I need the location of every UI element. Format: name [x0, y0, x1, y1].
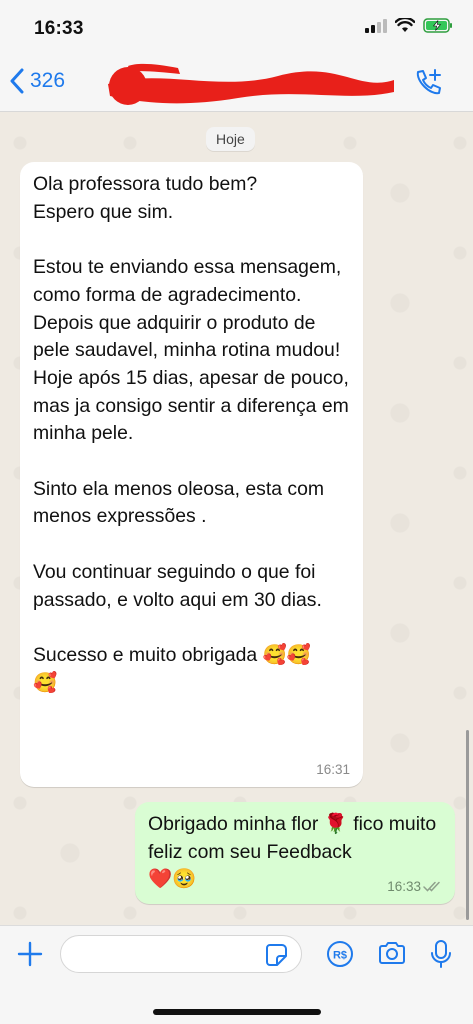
redaction-scribble	[108, 63, 394, 105]
cellular-signal-icon	[365, 18, 387, 33]
phone-plus-icon[interactable]	[413, 68, 443, 98]
status-bar: 16:33	[0, 0, 473, 56]
chevron-left-icon	[10, 68, 24, 94]
microphone-icon[interactable]	[430, 939, 452, 969]
plus-icon[interactable]	[16, 940, 44, 968]
chat-area[interactable]: Hoje Ola professora tudo bem? Espero que…	[0, 113, 473, 925]
status-time: 16:33	[34, 18, 84, 39]
wifi-icon	[395, 18, 415, 32]
back-button[interactable]: 326	[10, 68, 65, 94]
scrollbar[interactable]	[466, 730, 469, 920]
message-time: 16:33	[387, 879, 421, 894]
date-separator: Hoje	[206, 127, 255, 151]
camera-icon[interactable]	[377, 940, 407, 966]
home-indicator[interactable]	[153, 1009, 321, 1015]
outgoing-message[interactable]: Obrigado minha flor 🌹 fico muito feliz c…	[135, 802, 455, 904]
read-receipt-icon	[423, 881, 440, 892]
svg-text:R$: R$	[333, 950, 347, 962]
message-time: 16:31	[316, 762, 350, 777]
chat-header: 326 mine	[0, 56, 473, 112]
payment-icon[interactable]: R$	[326, 940, 354, 968]
unread-count: 326	[30, 69, 66, 92]
sticker-icon[interactable]	[263, 942, 289, 968]
incoming-message[interactable]: Ola professora tudo bem? Espero que sim.…	[20, 162, 363, 787]
battery-charging-icon	[423, 18, 452, 33]
status-icons	[365, 18, 453, 33]
message-text: Ola professora tudo bem? Espero que sim.…	[33, 173, 349, 694]
